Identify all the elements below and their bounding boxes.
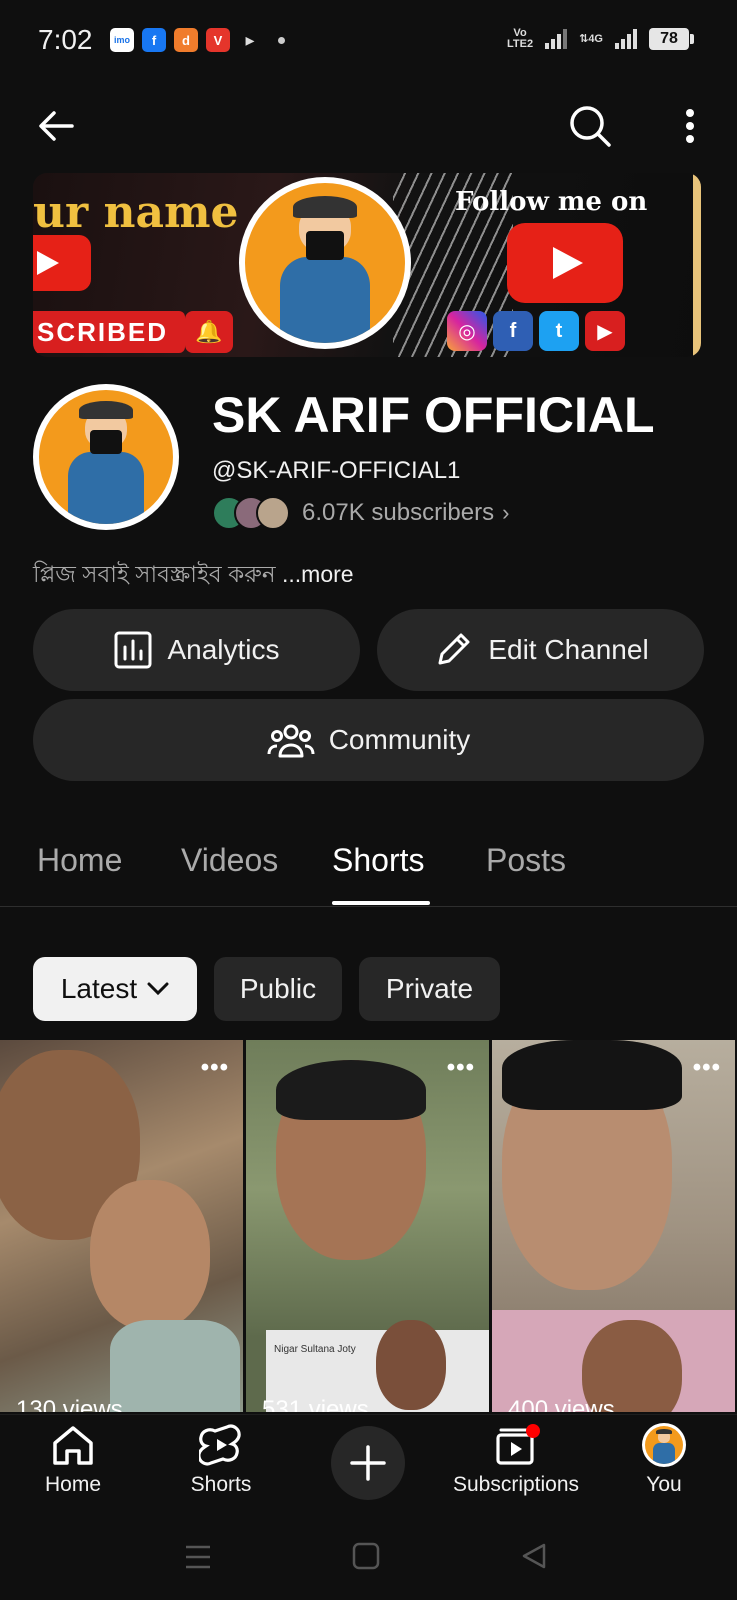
twitter-icon: t bbox=[539, 311, 579, 351]
facebook-icon: f bbox=[142, 28, 166, 52]
system-navigation-bar bbox=[0, 1520, 737, 1600]
chevron-down-icon bbox=[147, 982, 169, 996]
youtube-logo-icon bbox=[33, 235, 91, 291]
vivavideo-icon: V bbox=[206, 28, 230, 52]
imo-icon: imo bbox=[110, 28, 134, 52]
pencil-icon bbox=[438, 633, 470, 665]
short-views: 400 views bbox=[508, 1396, 615, 1412]
profile-avatar-icon bbox=[642, 1423, 686, 1467]
volte-icon: Vo LTE2 bbox=[507, 27, 534, 50]
facebook-icon: f bbox=[493, 311, 533, 351]
analytics-label: Analytics bbox=[167, 634, 280, 665]
tab-home[interactable]: Home bbox=[37, 842, 122, 879]
chevron-right-icon: › bbox=[502, 500, 510, 525]
more-vert-icon bbox=[686, 109, 694, 143]
status-indicators: Vo LTE2 ⇅4G 78 bbox=[507, 27, 694, 50]
nav-you[interactable]: You bbox=[594, 1423, 734, 1497]
plus-icon bbox=[350, 1445, 386, 1481]
youtube-play-icon bbox=[507, 223, 623, 303]
channel-banner: ur name SCRIBED 🔔 Follow me on ◎ f t ▶ bbox=[33, 173, 701, 357]
short-overlay-text: Nigar Sultana Joty bbox=[274, 1344, 356, 1355]
active-tab-indicator bbox=[332, 901, 430, 905]
nav-home-label: Home bbox=[44, 1473, 102, 1496]
status-time: 7:02 bbox=[38, 24, 93, 55]
banner-subscribed-text: SCRIBED bbox=[33, 311, 185, 353]
edit-channel-button[interactable]: Edit Channel bbox=[377, 609, 704, 691]
shorts-icon bbox=[199, 1424, 241, 1466]
analytics-icon bbox=[114, 631, 152, 669]
short-face bbox=[90, 1180, 210, 1330]
banner-edge bbox=[693, 173, 701, 357]
short-thumbnail[interactable]: ••• 400 views bbox=[492, 1040, 735, 1412]
nav-subscriptions-label: Subscriptions bbox=[452, 1473, 580, 1496]
more-notifications-dot bbox=[278, 36, 285, 44]
short-more-icon[interactable]: ••• bbox=[201, 1054, 229, 1082]
filter-chip-public[interactable]: Public bbox=[214, 957, 342, 1021]
channel-tabs: Home Videos Shorts Posts bbox=[0, 810, 737, 907]
arrow-left-icon bbox=[39, 111, 74, 141]
channel-name: SK ARIF OFFICIAL bbox=[212, 387, 655, 443]
home-icon bbox=[53, 1426, 93, 1465]
signal-icon-2 bbox=[615, 29, 637, 49]
nav-home[interactable]: Home bbox=[3, 1423, 143, 1497]
short-more-icon[interactable]: ••• bbox=[447, 1054, 475, 1082]
short-hair bbox=[502, 1040, 682, 1110]
banner-name-text: ur name bbox=[33, 187, 239, 238]
menu-icon[interactable] bbox=[184, 1544, 212, 1570]
analytics-button[interactable]: Analytics bbox=[33, 609, 360, 691]
battery-icon: 78 bbox=[649, 28, 694, 50]
people-icon bbox=[267, 724, 315, 758]
short-views: 531 views bbox=[262, 1396, 369, 1412]
banner-avatar-image bbox=[239, 177, 411, 349]
bell-icon: 🔔 bbox=[185, 311, 233, 353]
network-type-icon: ⇅4G bbox=[579, 32, 603, 45]
status-bar: 7:02 imo f d V ▸ Vo LTE2 ⇅4G 78 bbox=[0, 0, 737, 84]
nav-you-label: You bbox=[646, 1473, 682, 1496]
channel-handle: @SK-ARIF-OFFICIAL1 bbox=[212, 457, 461, 484]
channel-description[interactable]: প্লিজ সবাই সাবস্ক্রাইব করুন ...more bbox=[33, 556, 354, 595]
subscriptions-icon bbox=[496, 1424, 540, 1465]
short-hair bbox=[276, 1060, 426, 1120]
more-options-button[interactable] bbox=[664, 98, 716, 154]
youtube-icon: ▶ bbox=[585, 311, 625, 351]
tab-posts[interactable]: Posts bbox=[486, 842, 566, 879]
subscriber-avatars bbox=[212, 496, 290, 530]
community-label: Community bbox=[328, 724, 471, 755]
drive-app-icon: d bbox=[174, 28, 198, 52]
search-button[interactable] bbox=[562, 98, 618, 154]
short-more-icon[interactable]: ••• bbox=[693, 1054, 721, 1082]
back-button[interactable] bbox=[30, 100, 82, 152]
banner-follow-text: Follow me on bbox=[455, 187, 648, 217]
nav-shorts[interactable]: Shorts bbox=[151, 1423, 291, 1497]
subscribers-link[interactable]: 6.07K subscribers › bbox=[212, 496, 509, 530]
filter-chip-private[interactable]: Private bbox=[359, 957, 500, 1021]
nav-shorts-label: Shorts bbox=[190, 1473, 252, 1496]
banner-social-icons: ◎ f t ▶ bbox=[447, 311, 625, 351]
subscriber-count: 6.07K subscribers bbox=[302, 499, 495, 526]
short-views: 130 views bbox=[16, 1396, 123, 1412]
tab-videos[interactable]: Videos bbox=[181, 842, 278, 879]
filter-chip-latest[interactable]: Latest bbox=[33, 957, 197, 1021]
channel-avatar[interactable] bbox=[33, 384, 179, 530]
inshot-icon: ▸ bbox=[245, 29, 255, 50]
notification-icons: imo f d V ▸ bbox=[110, 28, 285, 52]
community-button[interactable]: Community bbox=[33, 699, 704, 781]
subscriber-avatar bbox=[256, 496, 290, 530]
signal-icon bbox=[545, 29, 568, 49]
nav-subscriptions[interactable]: Subscriptions bbox=[446, 1423, 586, 1497]
search-icon bbox=[570, 106, 611, 147]
short-thumbnail[interactable]: ••• 130 views bbox=[0, 1040, 243, 1412]
instagram-icon: ◎ bbox=[447, 311, 487, 351]
edit-channel-label: Edit Channel bbox=[488, 634, 649, 665]
more-link[interactable]: ...more bbox=[276, 561, 354, 587]
short-shirt bbox=[110, 1320, 240, 1412]
short-thumbnail[interactable]: Nigar Sultana Joty ••• 531 views bbox=[246, 1040, 489, 1412]
back-triangle-icon[interactable] bbox=[520, 1542, 548, 1570]
create-button[interactable] bbox=[331, 1426, 405, 1500]
tab-shorts[interactable]: Shorts bbox=[332, 842, 424, 879]
short-face bbox=[376, 1320, 446, 1410]
home-square-icon[interactable] bbox=[352, 1542, 380, 1570]
